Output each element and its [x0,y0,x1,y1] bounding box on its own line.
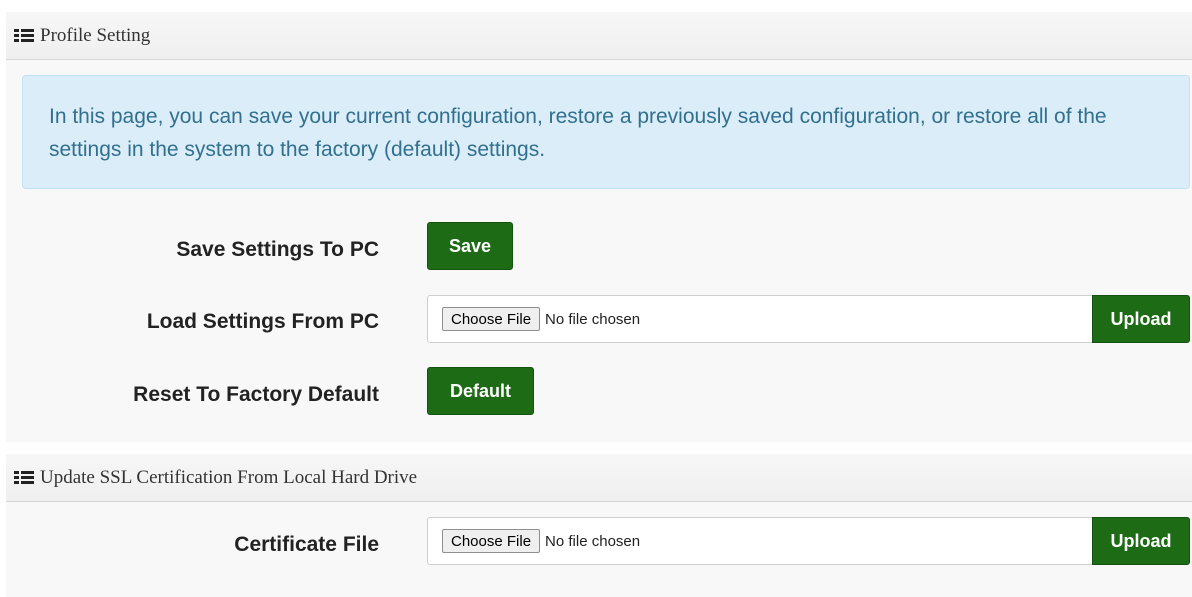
certificate-file-input[interactable]: Choose File No file chosen [427,517,1093,565]
reset-factory-label: Reset To Factory Default [133,383,379,406]
load-file-status: No file chosen [545,310,641,328]
default-button[interactable]: Default [427,367,534,415]
certificate-file-label: Certificate File [234,533,379,556]
load-choose-file-button[interactable]: Choose File [442,307,541,331]
save-button[interactable]: Save [427,222,513,270]
profile-setting-heading: Profile Setting [6,12,1192,60]
ssl-heading: Update SSL Certification From Local Hard… [6,454,1192,502]
profile-setting-title: Profile Setting [40,24,151,46]
load-upload-button[interactable]: Upload [1092,295,1190,343]
save-settings-label: Save Settings To PC [176,238,379,261]
load-settings-label: Load Settings From PC [146,310,379,333]
cert-file-status: No file chosen [545,532,641,550]
list-icon [14,28,34,43]
cert-upload-button[interactable]: Upload [1092,517,1190,565]
ssl-title: Update SSL Certification From Local Hard… [40,466,418,488]
list-icon [14,470,34,485]
cert-choose-file-button[interactable]: Choose File [442,529,541,553]
info-alert: In this page, you can save your current … [22,75,1190,189]
load-settings-file-input[interactable]: Choose File No file chosen [427,295,1093,343]
